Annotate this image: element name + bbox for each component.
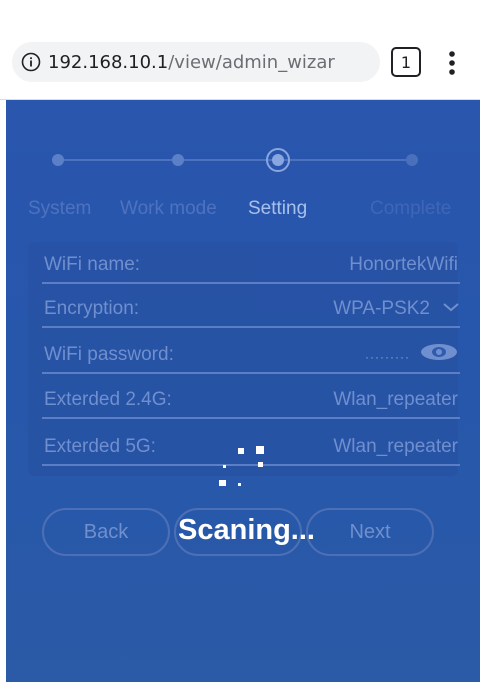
browser-toolbar: 192.168.10.1/view/admin_wizar 1 [0,0,480,100]
extended-5g-label: Exterded 5G: [44,436,156,457]
extended-24g-row[interactable]: Exterded 2.4G: Wlan_repeater [42,381,460,419]
wifi-name-row[interactable]: WiFi name: HonortekWifi [42,246,460,284]
encryption-label: Encryption: [44,298,140,319]
extended-24g-input[interactable]: Wlan_repeater [333,389,458,411]
next-button[interactable]: Next [306,508,434,556]
url-path: /view/admin_wizar [168,51,335,73]
step-label-system: System [28,198,92,219]
address-bar[interactable]: 192.168.10.1/view/admin_wizar [12,42,380,82]
chevron-down-icon[interactable] [442,300,460,318]
url-text: 192.168.10.1/view/admin_wizar [48,52,335,73]
step-label-setting: Setting [248,198,308,219]
wifi-name-label: WiFi name: [44,254,141,275]
password-label: WiFi password: [44,344,174,365]
spinner-dot [238,448,244,454]
extended-24g-label: Exterded 2.4G: [44,389,172,410]
step-dot-complete [406,154,418,166]
wifi-name-input[interactable]: HonortekWifi [349,254,458,276]
step-label-complete: Complete [370,198,452,219]
wizard-stepper: System Work mode Setting Complete [6,100,480,230]
spinner-dot [256,446,264,454]
step-dot-work-mode [172,154,184,166]
step-dot-setting [272,154,284,166]
spinner-dot [219,480,226,486]
encryption-row[interactable]: Encryption: WPA-PSK2 [42,290,460,328]
extended-5g-input[interactable]: Wlan_repeater [333,436,458,458]
step-label-work-mode: Work mode [120,198,217,219]
password-input[interactable]: ········· [365,350,410,364]
encryption-select[interactable]: WPA-PSK2 [333,298,430,320]
info-icon[interactable] [20,51,42,73]
step-dot-system [52,154,64,166]
overflow-menu-icon[interactable] [440,48,464,78]
loading-text: Scaning... [178,514,315,546]
stepper-track [52,148,418,172]
tab-switcher-button[interactable]: 1 [391,47,421,77]
password-row[interactable]: WiFi password: ········· [42,336,460,374]
spinner-dot [223,465,226,468]
extended-5g-row[interactable]: Exterded 5G: Wlan_repeater [42,428,460,466]
spinner-dot [258,462,263,467]
wizard-page: System Work mode Setting Complete WiFi n… [6,100,480,682]
settings-form: WiFi name: HonortekWifi Encryption: WPA-… [28,242,460,476]
eye-icon[interactable] [420,343,458,366]
url-host: 192.168.10.1 [48,51,169,73]
spinner-dot [238,483,241,486]
back-button[interactable]: Back [42,508,170,556]
